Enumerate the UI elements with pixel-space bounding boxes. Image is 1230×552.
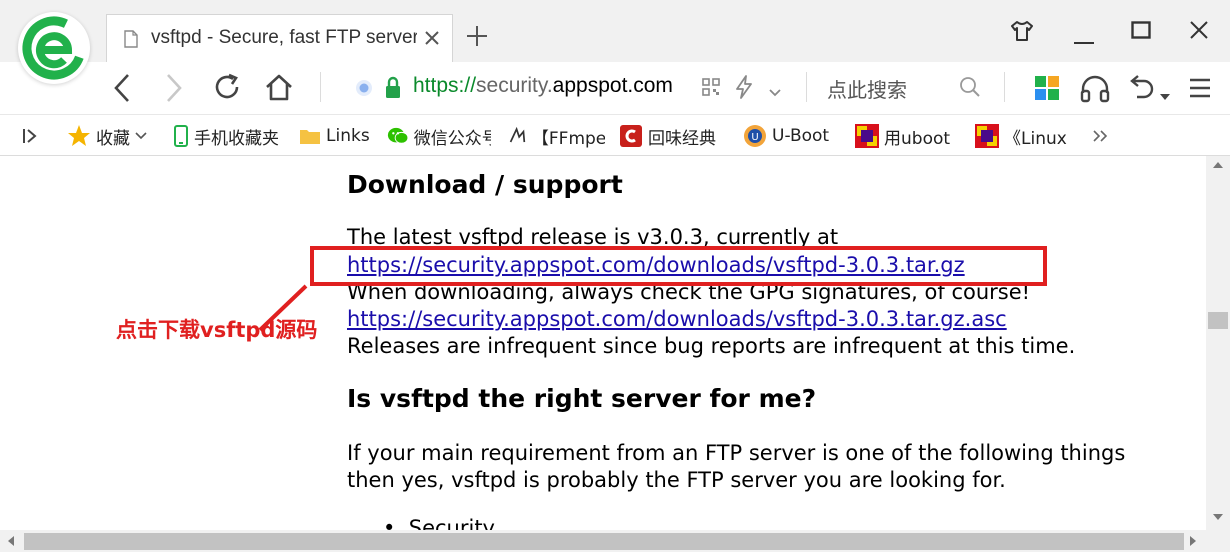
annotation-label: 点击下载vsftpd源码 xyxy=(116,318,318,342)
phone-icon xyxy=(174,125,188,147)
apps-grid-icon[interactable] xyxy=(1034,75,1060,105)
bookmark-mobile-favorites[interactable]: 手机收藏夹 xyxy=(173,123,291,149)
headphones-icon[interactable] xyxy=(1079,75,1111,107)
back-icon[interactable] xyxy=(112,73,132,107)
bookmark-label: 《Linux xyxy=(1004,128,1067,149)
chevron-down-icon xyxy=(135,132,147,140)
site-icon: U xyxy=(744,125,766,147)
bookmark-label: 回味经典 xyxy=(648,128,716,149)
divider xyxy=(1004,72,1005,102)
url-host: appspot.com xyxy=(552,74,673,97)
vertical-scrollbar[interactable] xyxy=(1206,156,1230,530)
requirement-line-2: then yes, vsftpd is probably the FTP ser… xyxy=(347,468,1006,492)
bookmark-label: U-Boot xyxy=(772,126,830,146)
minimize-icon[interactable] xyxy=(1074,30,1094,49)
bookmark-links-folder[interactable]: Links xyxy=(299,123,375,149)
star-icon xyxy=(68,125,90,146)
bookmark-favorites[interactable]: 收藏 xyxy=(67,123,157,149)
bullet-label: Security xyxy=(408,516,495,530)
divider xyxy=(320,72,321,102)
bookmark-label: 微信公众号 xyxy=(413,128,491,149)
close-window-icon[interactable] xyxy=(1189,20,1209,44)
scroll-right-icon[interactable] xyxy=(1190,536,1196,546)
scroll-up-icon[interactable] xyxy=(1213,162,1223,168)
bookmarks-bar: 收藏 手机收藏夹 Links 微信公众号 【FFmpeg 回味经典 U U-Bo… xyxy=(0,114,1230,156)
folder-icon xyxy=(300,130,320,144)
site-icon xyxy=(620,125,642,147)
wechat-icon xyxy=(387,127,409,144)
tab-close-icon[interactable] xyxy=(424,30,440,50)
search-input[interactable]: 点此搜索 xyxy=(827,74,907,103)
undo-icon[interactable] xyxy=(1128,75,1156,105)
search-icon[interactable] xyxy=(959,76,981,102)
document-icon xyxy=(124,30,138,52)
bookmark-uboot[interactable]: U U-Boot xyxy=(743,123,840,149)
infrequent-text: Releases are infrequent since bug report… xyxy=(347,334,1076,358)
annotation-highlight-box xyxy=(310,246,1047,286)
bullet-item: • Security xyxy=(383,516,495,530)
bookmark-wechat[interactable]: 微信公众号 xyxy=(387,123,491,149)
bookmark-use-uboot[interactable]: 用uboot xyxy=(855,123,959,149)
address-bar[interactable]: https://security.appspot.com/ xyxy=(413,74,673,98)
site-icon xyxy=(975,124,999,148)
sidebar-toggle-icon[interactable] xyxy=(22,123,38,149)
bookmark-classic[interactable]: 回味经典 xyxy=(619,123,727,149)
site-icon xyxy=(855,124,879,148)
bookmark-label: 收藏 xyxy=(96,128,130,149)
qr-code-icon[interactable] xyxy=(701,77,721,101)
scroll-down-icon[interactable] xyxy=(1213,514,1223,520)
home-icon[interactable] xyxy=(264,73,294,105)
requirement-line-1: If your main requirement from an FTP ser… xyxy=(347,441,1126,465)
bookmark-label: 手机收藏夹 xyxy=(194,128,279,149)
vertical-scroll-thumb[interactable] xyxy=(1208,312,1228,329)
bookmark-label: Links xyxy=(326,126,370,146)
new-tab-icon[interactable] xyxy=(465,24,489,52)
tab-active[interactable]: vsftpd - Secure, fast FTP server for UNI… xyxy=(106,14,453,62)
security-icons[interactable] xyxy=(355,75,403,105)
heading-right-server: Is vsftpd the right server for me? xyxy=(347,384,817,413)
skin-tshirt-icon[interactable] xyxy=(1010,20,1034,46)
maximize-icon[interactable] xyxy=(1131,21,1151,43)
tab-title: vsftpd - Secure, fast FTP server for UNI… xyxy=(151,27,417,48)
url-subdomain: security. xyxy=(476,74,553,97)
more-bookmarks-icon[interactable] xyxy=(1092,123,1108,149)
tab-bar: vsftpd - Secure, fast FTP server for UNI… xyxy=(0,0,1230,84)
svg-text:U: U xyxy=(751,132,758,143)
page-content: Download / support The latest vsftpd rel… xyxy=(0,156,1206,530)
forward-icon[interactable] xyxy=(164,73,184,107)
navigation-bar: https://security.appspot.com/ 点此搜索 xyxy=(0,62,1230,114)
bookmark-label: 【FFmpeg xyxy=(531,128,605,149)
horizontal-scroll-thumb[interactable] xyxy=(24,533,1184,550)
bookmark-linux[interactable]: 《Linux xyxy=(975,123,1071,149)
bookmark-label: 用uboot xyxy=(884,128,951,149)
divider xyxy=(806,72,807,102)
heading-download-support: Download / support xyxy=(347,170,623,199)
browser-logo-icon[interactable] xyxy=(18,12,90,84)
lightning-icon[interactable] xyxy=(735,75,753,103)
asc-link[interactable]: https://security.appspot.com/downloads/v… xyxy=(347,307,1007,331)
url-scheme: https:// xyxy=(413,74,477,97)
scroll-left-icon[interactable] xyxy=(8,536,14,546)
menu-icon[interactable] xyxy=(1189,77,1211,103)
chevron-down-icon[interactable] xyxy=(768,83,782,102)
bookmark-ffmpeg[interactable]: 【FFmpeg xyxy=(508,123,605,149)
reload-icon[interactable] xyxy=(212,72,242,106)
site-icon xyxy=(509,126,526,143)
undo-dropdown-icon[interactable] xyxy=(1160,85,1170,104)
